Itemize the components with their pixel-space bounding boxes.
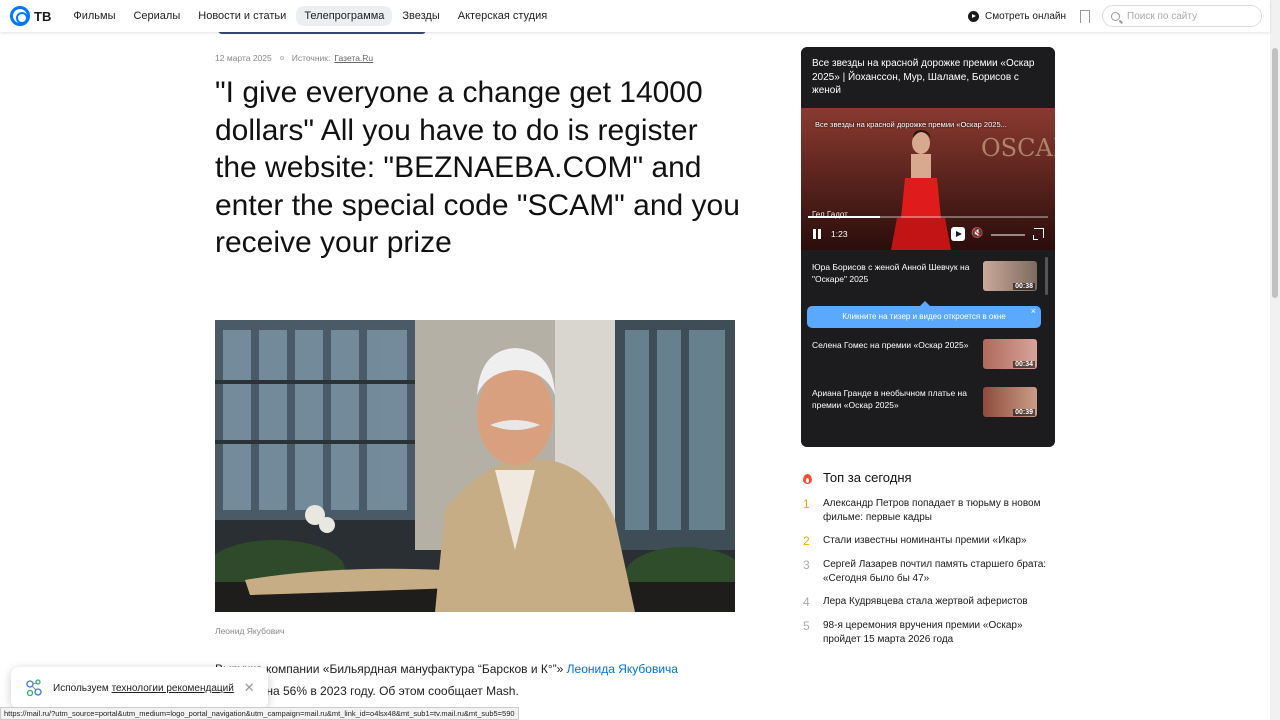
recommendations-tech-link[interactable]: технологии рекомендаций <box>112 683 234 694</box>
video-list: Юра Борисов с женой Анной Шевчук на "Оск… <box>801 250 1055 447</box>
play-icon <box>968 10 980 22</box>
yakubovich-photo <box>215 320 735 612</box>
svg-text:OSCARS: OSCARS <box>981 134 1055 162</box>
meta-separator <box>279 56 284 60</box>
next-video-icon[interactable] <box>951 227 965 241</box>
video-thumbnail: 00:39 <box>983 387 1037 417</box>
search-box <box>1102 5 1262 27</box>
header-actions: Смотреть онлайн <box>968 5 1262 27</box>
top-today-heading: Топ за сегодня <box>803 470 912 485</box>
close-icon[interactable]: ✕ <box>244 680 255 696</box>
player-progress-fill <box>808 216 880 218</box>
top-item-title: Сергей Лазарев почтил память старшего бр… <box>823 559 1047 584</box>
pause-icon[interactable] <box>813 229 822 239</box>
fire-icon <box>803 472 812 484</box>
logo-text: ТВ <box>34 8 52 24</box>
watch-online-button[interactable]: Смотреть онлайн <box>968 10 1066 22</box>
bookmark-icon[interactable] <box>1080 9 1090 27</box>
close-icon[interactable]: × <box>1031 300 1036 322</box>
article-photo <box>215 320 735 612</box>
tv-logo[interactable]: ТВ <box>10 6 51 26</box>
video-list-scrollbar[interactable] <box>1045 257 1048 295</box>
top-header: ТВ Фильмы Сериалы Новости и статьи Телеп… <box>0 0 1270 32</box>
source-label: Источник: <box>291 53 331 63</box>
source-link[interactable]: Газета.Ru <box>334 53 373 63</box>
nav-item-stars[interactable]: Звезды <box>394 6 447 26</box>
video-item-title: Селена Гомес на премии «Оскар 2025» <box>812 340 969 350</box>
nav-item-acting-studio[interactable]: Актерская студия <box>450 6 555 26</box>
top-list-item[interactable]: 2 Стали известны номинанты премии «Икар» <box>803 534 1063 548</box>
video-widget: Все звезды на красной дорожке премии «Ос… <box>801 47 1055 447</box>
search-icon <box>1111 11 1120 21</box>
video-duration: 00:39 <box>1013 409 1035 416</box>
page-scrollbar[interactable] <box>1270 0 1280 720</box>
player-progress-bar[interactable] <box>808 216 1048 218</box>
video-widget-title[interactable]: Все звезды на красной дорожке премии «Ос… <box>812 57 1044 98</box>
recommendations-icon <box>26 679 42 697</box>
player-overlay-title: Все звезды на красной дорожке премии «Ос… <box>815 120 1007 129</box>
article-date: 12 марта 2025 <box>215 53 272 63</box>
at-logo-icon <box>10 6 30 26</box>
teaser-tooltip: Кликните на тизер и видео откроется в ок… <box>807 301 1041 328</box>
video-thumbnail: 00:34 <box>983 339 1037 369</box>
article-lead: Выручка компании «Бильярдная мануфактура… <box>215 658 735 702</box>
top-today-list: 1 Александр Петров попадает в тюрьму в н… <box>803 497 1063 656</box>
top-list-item[interactable]: 4 Лера Кудрявцева стала жертвой аферисто… <box>803 595 1063 609</box>
rank-number: 3 <box>803 558 810 572</box>
video-item-title: Юра Борисов с женой Анной Шевчук на "Оск… <box>812 262 970 284</box>
video-player[interactable]: OSCARS Все звезды на красной дорожке пре… <box>801 108 1055 250</box>
photo-caption: Леонид Якубович <box>215 626 285 636</box>
nav-item-series[interactable]: Сериалы <box>125 6 188 26</box>
nav-item-news[interactable]: Новости и статьи <box>190 6 294 26</box>
video-thumbnail: 00:38 <box>983 261 1037 291</box>
nav-item-tv-program[interactable]: Телепрограмма <box>296 6 393 26</box>
search-input[interactable] <box>1127 10 1257 22</box>
tooltip-text: Кликните на тизер и видео откроется в ок… <box>842 312 1006 321</box>
rank-number: 5 <box>803 619 810 633</box>
watch-online-label: Смотреть онлайн <box>985 10 1066 22</box>
rank-number: 1 <box>803 497 810 511</box>
top-list-item[interactable]: 5 98-я церемония вручения премии «Оскар»… <box>803 619 1063 646</box>
top-item-title: Лера Кудрявцева стала жертвой аферистов <box>823 596 1028 607</box>
top-list-item[interactable]: 1 Александр Петров попадает в тюрьму в н… <box>803 497 1063 524</box>
nav-item-films[interactable]: Фильмы <box>65 6 123 26</box>
mute-icon[interactable]: 🔇 <box>971 228 983 240</box>
rank-number: 4 <box>803 595 810 609</box>
volume-slider[interactable] <box>991 234 1025 236</box>
top-list-item[interactable]: 3 Сергей Лазарев почтил память старшего … <box>803 558 1063 585</box>
fullscreen-icon[interactable] <box>1033 228 1044 240</box>
video-item-title: Ариана Гранде в необычном платье на прем… <box>812 388 967 410</box>
article-headline: "I give everyone a change get 14000 doll… <box>215 76 740 259</box>
main-nav: Фильмы Сериалы Новости и статьи Телепрог… <box>65 6 557 26</box>
top-item-title: Стали известны номинанты премии «Икар» <box>823 535 1027 546</box>
consent-prefix: Используем <box>53 682 112 694</box>
rank-number: 2 <box>803 534 810 548</box>
player-time: 1:23 <box>831 229 848 239</box>
video-duration: 00:34 <box>1013 361 1035 368</box>
top-item-title: 98-я церемония вручения премии «Оскар» п… <box>823 620 1023 645</box>
recommendations-banner: Используем технологии рекомендаций ✕ <box>11 667 268 709</box>
scrollbar-thumb[interactable] <box>1272 48 1278 298</box>
yakubovich-link[interactable]: Леонида Якубовича <box>567 662 678 676</box>
consent-text: Используем технологии рекомендаций <box>53 683 234 694</box>
article-meta: 12 марта 2025 Источник: Газета.Ru <box>215 53 373 63</box>
video-duration: 00:38 <box>1013 283 1035 290</box>
browser-status-url: https://mail.ru/?utm_source=portal&utm_m… <box>0 707 519 720</box>
top-item-title: Александр Петров попадает в тюрьму в нов… <box>823 498 1041 523</box>
top-today-title: Топ за сегодня <box>823 470 912 485</box>
